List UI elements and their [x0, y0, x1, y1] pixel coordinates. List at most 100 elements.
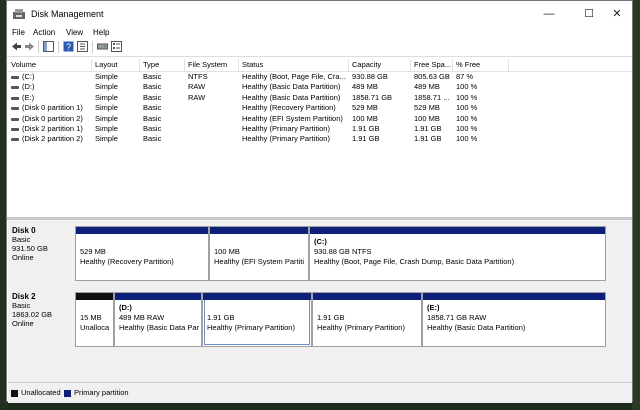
partition-type-bar: [115, 293, 201, 300]
title-bar[interactable]: Disk Management — ☐ ✕: [7, 1, 632, 27]
partition-block[interactable]: 100 MB Healthy (EFI System Partiti: [209, 226, 309, 281]
column-header-free-space[interactable]: Free Spa...: [411, 59, 453, 71]
table-cell: 100 %: [456, 82, 478, 92]
menu-bar: File Action View Help: [7, 27, 632, 39]
table-cell: (D:): [22, 82, 35, 92]
partition-info: 1.91 GB Healthy (Primary Partition): [207, 303, 309, 333]
forward-arrow-icon[interactable]: [24, 41, 35, 52]
column-header-volume[interactable]: Volume: [8, 59, 92, 71]
partition-spacer: [80, 303, 111, 313]
table-cell: Healthy (Boot, Page File, Cra...: [242, 72, 346, 81]
table-cell: Basic: [143, 113, 162, 123]
table-cell: 1.91 GB: [352, 124, 380, 133]
menu-help[interactable]: Help: [93, 27, 109, 39]
column-header-layout[interactable]: Layout: [92, 59, 140, 71]
table-row[interactable]: (E:) Simple Basic RAW Healthy (Basic Data Pa…: [8, 93, 632, 103]
partition-type-bar: [203, 293, 311, 300]
column-header-file-system[interactable]: File System: [185, 59, 239, 71]
table-row[interactable]: (Disk 2 partition 2) Simple Basic Healthy (…: [8, 134, 632, 144]
table-cell: Healthy (Basic Data Partition): [242, 82, 341, 92]
partition-block[interactable]: (D:) 489 MB RAW Healthy (Basic Data Part: [114, 292, 202, 347]
table-cell: Simple: [95, 92, 118, 102]
table-cell: [185, 134, 239, 144]
partition-info: 100 MB Healthy (EFI System Partiti: [214, 237, 306, 267]
menu-view[interactable]: View: [66, 27, 83, 39]
console-tree-icon[interactable]: [43, 41, 54, 52]
table-row[interactable]: (D:) Simple Basic RAW Healthy (Basic Data Pa…: [8, 82, 632, 92]
table-cell: Healthy (Recovery Partition): [242, 103, 336, 113]
unallocated-space[interactable]: 15 MB Unalloca: [75, 292, 114, 347]
help-icon[interactable]: ?: [63, 41, 74, 52]
partition-spacer: [207, 303, 309, 313]
table-cell: [185, 124, 239, 134]
disk-name: Disk 0: [12, 226, 36, 235]
partition-status: Healthy (Basic Data Partition): [427, 323, 526, 332]
partition-volume-name: (E:): [427, 303, 440, 312]
partition-size: 489 MB RAW: [119, 313, 165, 322]
partition-type-bar: [313, 293, 421, 300]
back-arrow-icon[interactable]: [11, 41, 22, 52]
drive-icon[interactable]: [97, 41, 108, 52]
partition-status: Healthy (Boot, Page File, Crash Dump, Ba…: [314, 257, 515, 266]
menu-action[interactable]: Action: [33, 27, 55, 39]
table-cell: 100 %: [456, 134, 478, 144]
properties-icon[interactable]: [77, 41, 88, 52]
disk-size: 1863.02 GB: [12, 310, 53, 319]
table-cell: 100 %: [456, 124, 478, 133]
column-header-type[interactable]: Type: [140, 59, 185, 71]
table-cell: (Disk 2 partition 2): [22, 134, 83, 144]
legend-unallocated: Unallocated: [21, 388, 61, 397]
list-icon[interactable]: [111, 41, 122, 52]
table-cell: Basic: [143, 82, 162, 92]
legend-primary-partition: Primary partition: [74, 388, 129, 397]
partition-block[interactable]: 1.91 GB Healthy (Primary Partition): [202, 292, 312, 347]
partition-block[interactable]: (C:) 930.88 GB NTFS Healthy (Boot, Page Fi…: [309, 226, 606, 281]
partition-size: 1858.71 GB RAW: [427, 313, 487, 322]
table-cell: 529 MB: [414, 103, 440, 113]
disk-label[interactable]: Disk 0 Basic 931.50 GB Online: [12, 226, 74, 281]
table-cell: (E:): [22, 92, 35, 102]
table-cell: (Disk 0 partition 1): [22, 103, 83, 113]
table-cell: (Disk 0 partition 2): [22, 113, 83, 123]
partition-status: Healthy (Basic Data Part: [119, 323, 199, 332]
table-row[interactable]: (Disk 0 partition 2) Simple Basic Healthy (…: [8, 114, 632, 124]
table-row[interactable]: (Disk 0 partition 1) Simple Basic Healthy (…: [8, 103, 632, 113]
table-cell: 100 MB: [352, 113, 378, 123]
partition-status: Unalloca: [80, 323, 110, 332]
table-cell: RAW: [188, 92, 206, 102]
partition-status: Healthy (Primary Partition): [207, 323, 295, 332]
table-row[interactable]: (Disk 2 partition 1) Simple Basic Healthy (…: [8, 124, 632, 134]
svg-text:?: ?: [66, 42, 71, 52]
partition-size: 930.88 GB NTFS: [314, 247, 372, 256]
disk-label[interactable]: Disk 2 Basic 1863.02 GB Online: [12, 292, 74, 347]
disk-name: Disk 2: [12, 292, 36, 301]
minimize-button[interactable]: —: [535, 5, 563, 23]
maximize-button[interactable]: ☐: [575, 5, 603, 23]
partition-size: 1.91 GB: [317, 313, 345, 322]
menu-file[interactable]: File: [12, 27, 25, 39]
table-cell: Healthy (EFI System Partition): [242, 113, 343, 123]
disk-status: Online: [12, 319, 34, 328]
partition-spacer: [317, 303, 419, 313]
table-row[interactable]: (C:) Simple Basic NTFS Healthy (Boot, Page F…: [8, 72, 632, 82]
table-cell: Simple: [95, 134, 118, 144]
partition-status: Healthy (Primary Partition): [317, 323, 405, 332]
column-header-percent-free[interactable]: % Free: [453, 59, 509, 71]
table-cell: Simple: [95, 124, 118, 133]
partition-size: 15 MB: [80, 313, 102, 322]
table-cell: Basic: [143, 92, 162, 102]
partition-info: 15 MB Unalloca: [80, 303, 111, 333]
partition-info: (E:) 1858.71 GB RAW Healthy (Basic Data Pa…: [427, 303, 603, 333]
table-cell: 930.88 GB: [352, 72, 388, 81]
column-header-capacity[interactable]: Capacity: [349, 59, 411, 71]
table-cell: Healthy (Primary Partition): [242, 134, 330, 144]
close-button[interactable]: ✕: [603, 5, 631, 23]
partition-block[interactable]: 1.91 GB Healthy (Primary Partition): [312, 292, 422, 347]
partition-block[interactable]: (E:) 1858.71 GB RAW Healthy (Basic Data Pa…: [422, 292, 606, 347]
partition-spacer: [80, 237, 206, 247]
disk-graphical-view: Disk 0 Basic 931.50 GB Online 529 MB Healthy …: [8, 220, 632, 382]
table-cell: 1.91 GB: [414, 124, 442, 133]
partition-block[interactable]: 529 MB Healthy (Recovery Partition): [75, 226, 209, 281]
column-header-status[interactable]: Status: [239, 59, 349, 71]
table-cell: Basic: [143, 134, 162, 144]
